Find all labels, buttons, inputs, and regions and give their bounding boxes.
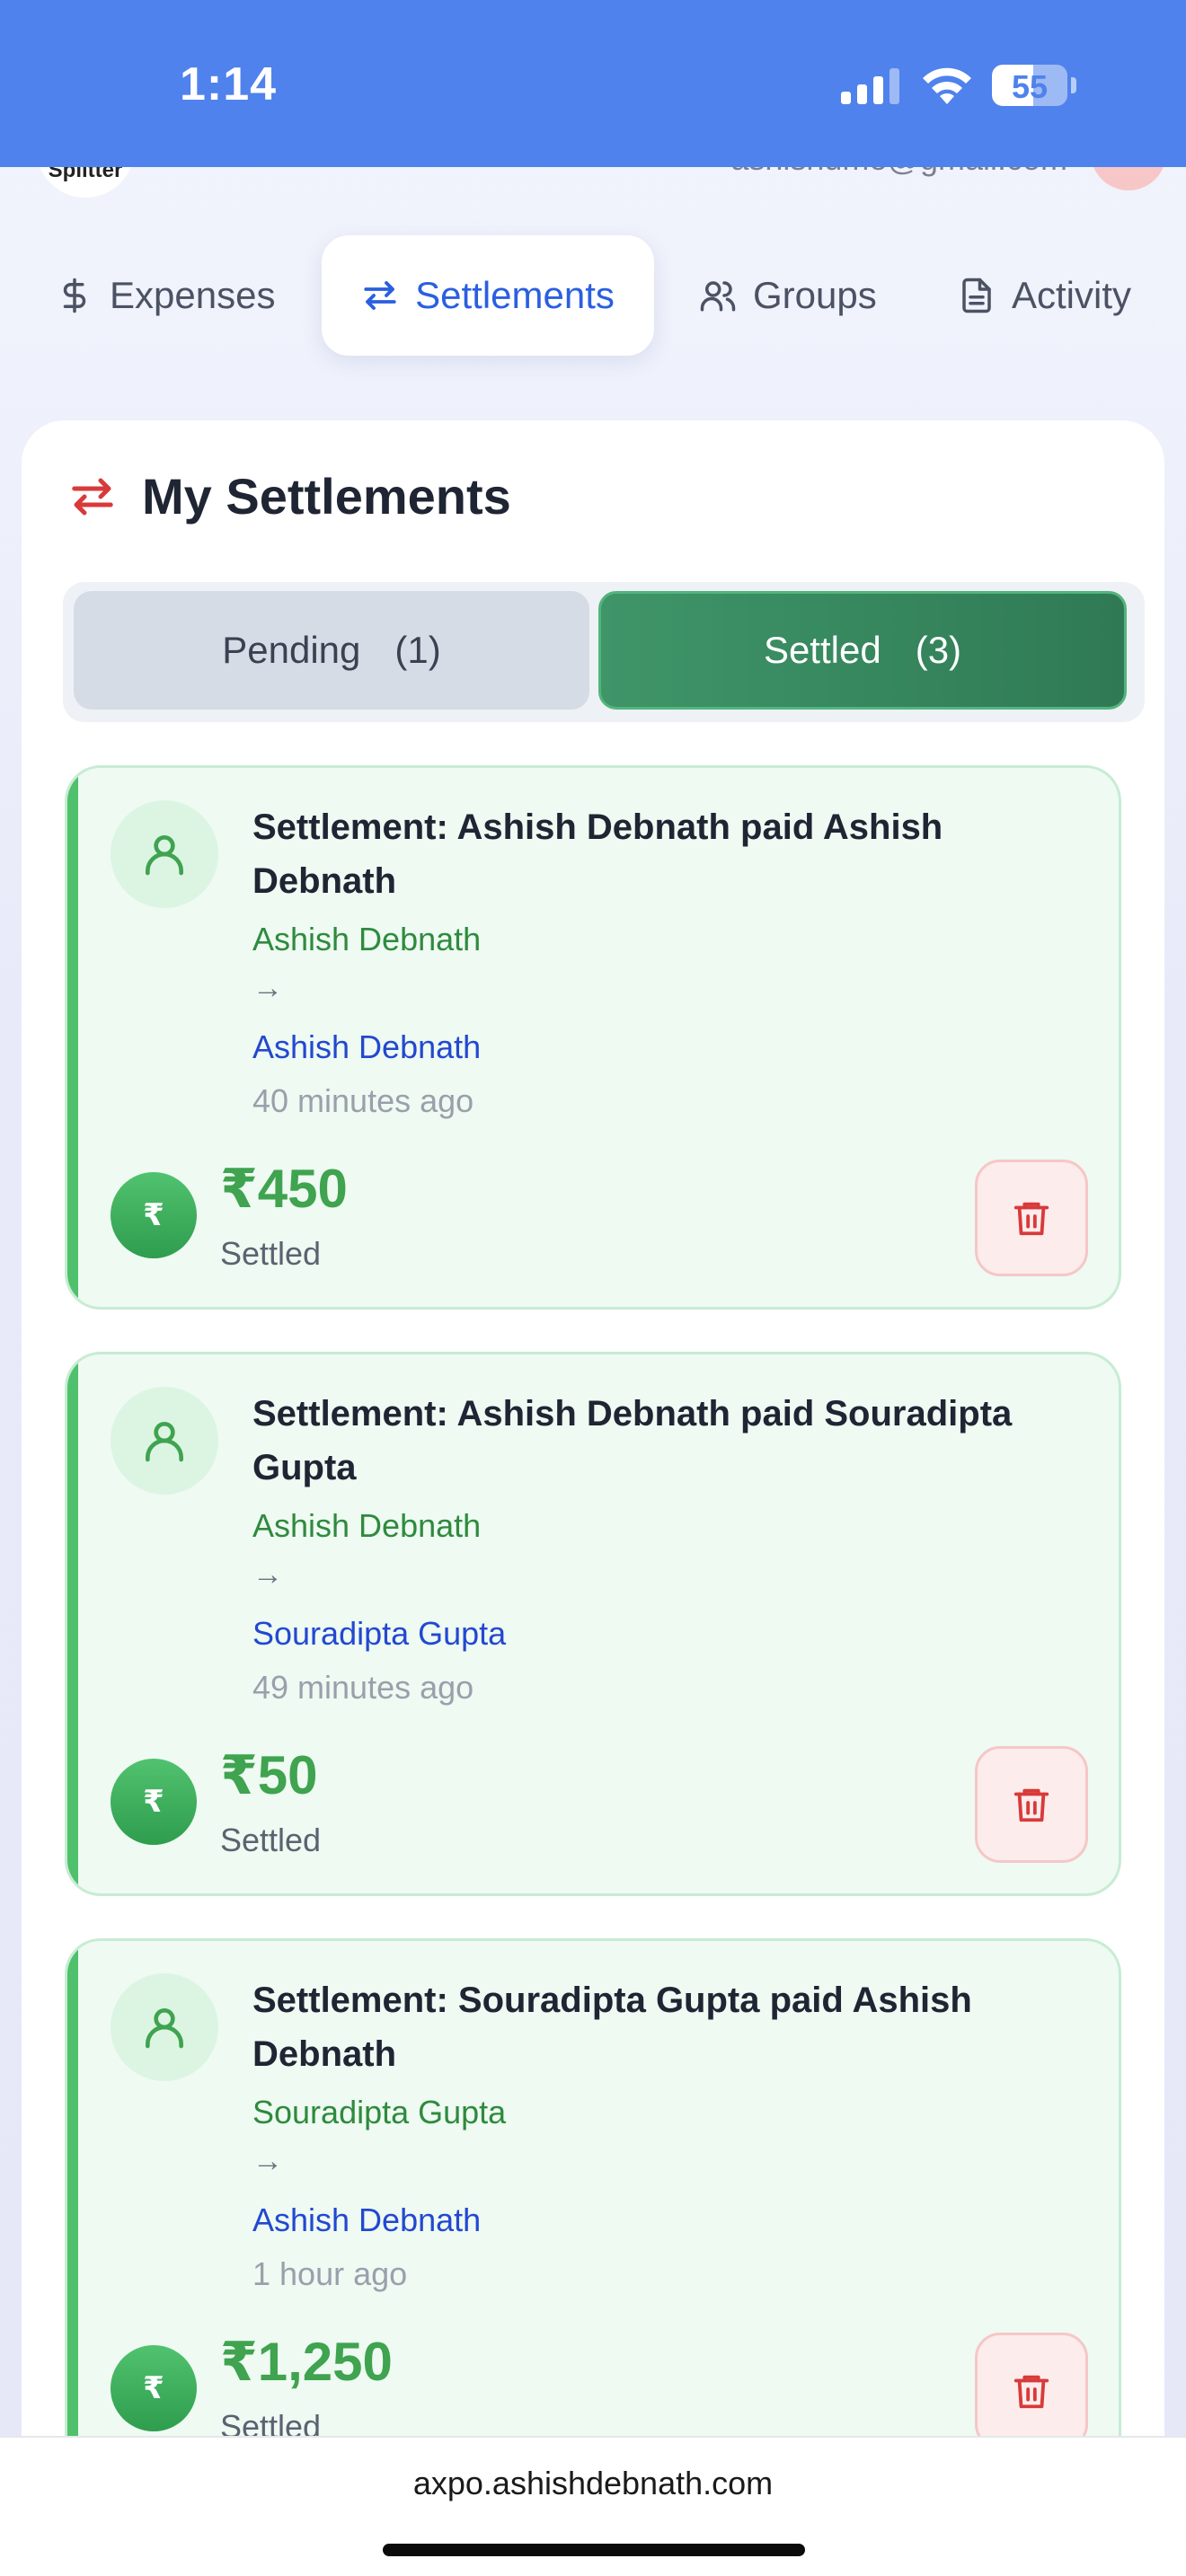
- settlement-amount: ₹50: [220, 1745, 318, 1805]
- settlement-amount: ₹1,250: [220, 2332, 393, 2392]
- settled-count: (3): [915, 629, 962, 671]
- settlement-status: Settled: [220, 1822, 322, 1858]
- settlement-time: 40 minutes ago: [252, 1082, 474, 1119]
- payee-name: Ashish Debnath: [252, 1028, 482, 1065]
- payer-name: Ashish Debnath: [252, 1507, 482, 1544]
- trash-icon: [1013, 2375, 1049, 2409]
- settlement-card[interactable]: Settlement: Souradipta Gupta paid Ashish…: [65, 1938, 1121, 2483]
- cellular-signal-icon: [841, 68, 899, 104]
- users-icon: [700, 281, 736, 312]
- settlement-time: 1 hour ago: [252, 2255, 408, 2292]
- browser-url-bar[interactable]: axpo.ashishdebnath.com: [0, 2436, 1186, 2576]
- delete-button[interactable]: [975, 2333, 1088, 2449]
- settlement-status: Settled: [220, 1235, 322, 1272]
- wifi-icon: [923, 67, 971, 104]
- page-title: My Settlements: [142, 468, 511, 525]
- nav-tabs: Expenses Settlements Groups Activity: [0, 235, 1186, 356]
- tab-label: Expenses: [110, 274, 276, 316]
- trash-icon: [1013, 1788, 1049, 1822]
- settlement-card[interactable]: Settlement: Ashish Debnath paid Souradip…: [65, 1352, 1121, 1896]
- settlement-title: Settlement: Ashish Debnath paid Ashish D…: [252, 807, 943, 901]
- battery-icon: 55: [992, 65, 1067, 106]
- status-time: 1:14: [180, 58, 278, 110]
- pending-filter-button[interactable]: Pending (1): [74, 591, 589, 710]
- swap-arrows-icon: [72, 478, 113, 516]
- user-icon: [111, 1973, 218, 2081]
- payer-name: Ashish Debnath: [252, 921, 482, 957]
- delete-button[interactable]: [975, 1160, 1088, 1276]
- status-filter: Pending (1) Settled (3): [63, 582, 1145, 722]
- settlements-panel: My Settlements Pending (1) Settled (3) S…: [22, 420, 1164, 2576]
- pending-label: Pending: [222, 629, 361, 671]
- tab-settlements[interactable]: Settlements: [322, 235, 654, 356]
- settlement-time: 49 minutes ago: [252, 1669, 474, 1706]
- settled-label: Settled: [763, 629, 881, 671]
- settlement-card[interactable]: Settlement: Ashish Debnath paid Ashish D…: [65, 765, 1121, 1310]
- settlement-title: Settlement: Ashish Debnath paid Souradip…: [252, 1394, 1013, 1487]
- card-accent-bar: [67, 1354, 78, 1893]
- battery-nub: [1071, 77, 1076, 93]
- user-icon: [111, 800, 218, 908]
- arrow-right-icon: →: [252, 1557, 283, 1592]
- tab-expenses[interactable]: Expenses: [56, 235, 275, 356]
- payer-name: Souradipta Gupta: [252, 2094, 507, 2130]
- user-icon: [111, 1387, 218, 1495]
- status-bar: 1:14 55: [0, 0, 1186, 167]
- settlement-title: Settlement: Souradipta Gupta paid Ashish…: [252, 1981, 972, 2074]
- tab-label: Settlements: [415, 274, 615, 316]
- dollar-icon: [63, 278, 86, 313]
- settlement-amount: ₹450: [220, 1159, 348, 1219]
- battery-percentage: 55: [1011, 68, 1049, 105]
- card-accent-bar: [67, 768, 78, 1307]
- arrow-right-icon: →: [252, 2144, 283, 2178]
- trash-icon: [1013, 1202, 1049, 1236]
- tab-groups[interactable]: Groups: [699, 235, 877, 356]
- pending-count: (1): [394, 629, 441, 671]
- arrow-right-icon: →: [252, 971, 283, 1005]
- rupee-icon: ₹: [111, 2345, 197, 2431]
- tab-label: Activity: [1012, 274, 1132, 316]
- document-icon: [962, 278, 991, 313]
- swap-arrows-icon: [364, 281, 396, 310]
- tab-activity[interactable]: Activity: [958, 235, 1131, 356]
- payee-name: Souradipta Gupta: [252, 1615, 507, 1652]
- home-indicator[interactable]: [383, 2544, 805, 2556]
- payee-name: Ashish Debnath: [252, 2201, 482, 2238]
- settled-filter-button[interactable]: Settled (3): [598, 591, 1127, 710]
- rupee-icon: ₹: [111, 1759, 197, 1845]
- card-accent-bar: [67, 1941, 78, 2480]
- rupee-icon: ₹: [111, 1172, 197, 1258]
- delete-button[interactable]: [975, 1746, 1088, 1863]
- tab-label: Groups: [753, 274, 877, 316]
- url-text: axpo.ashishdebnath.com: [412, 2465, 774, 2501]
